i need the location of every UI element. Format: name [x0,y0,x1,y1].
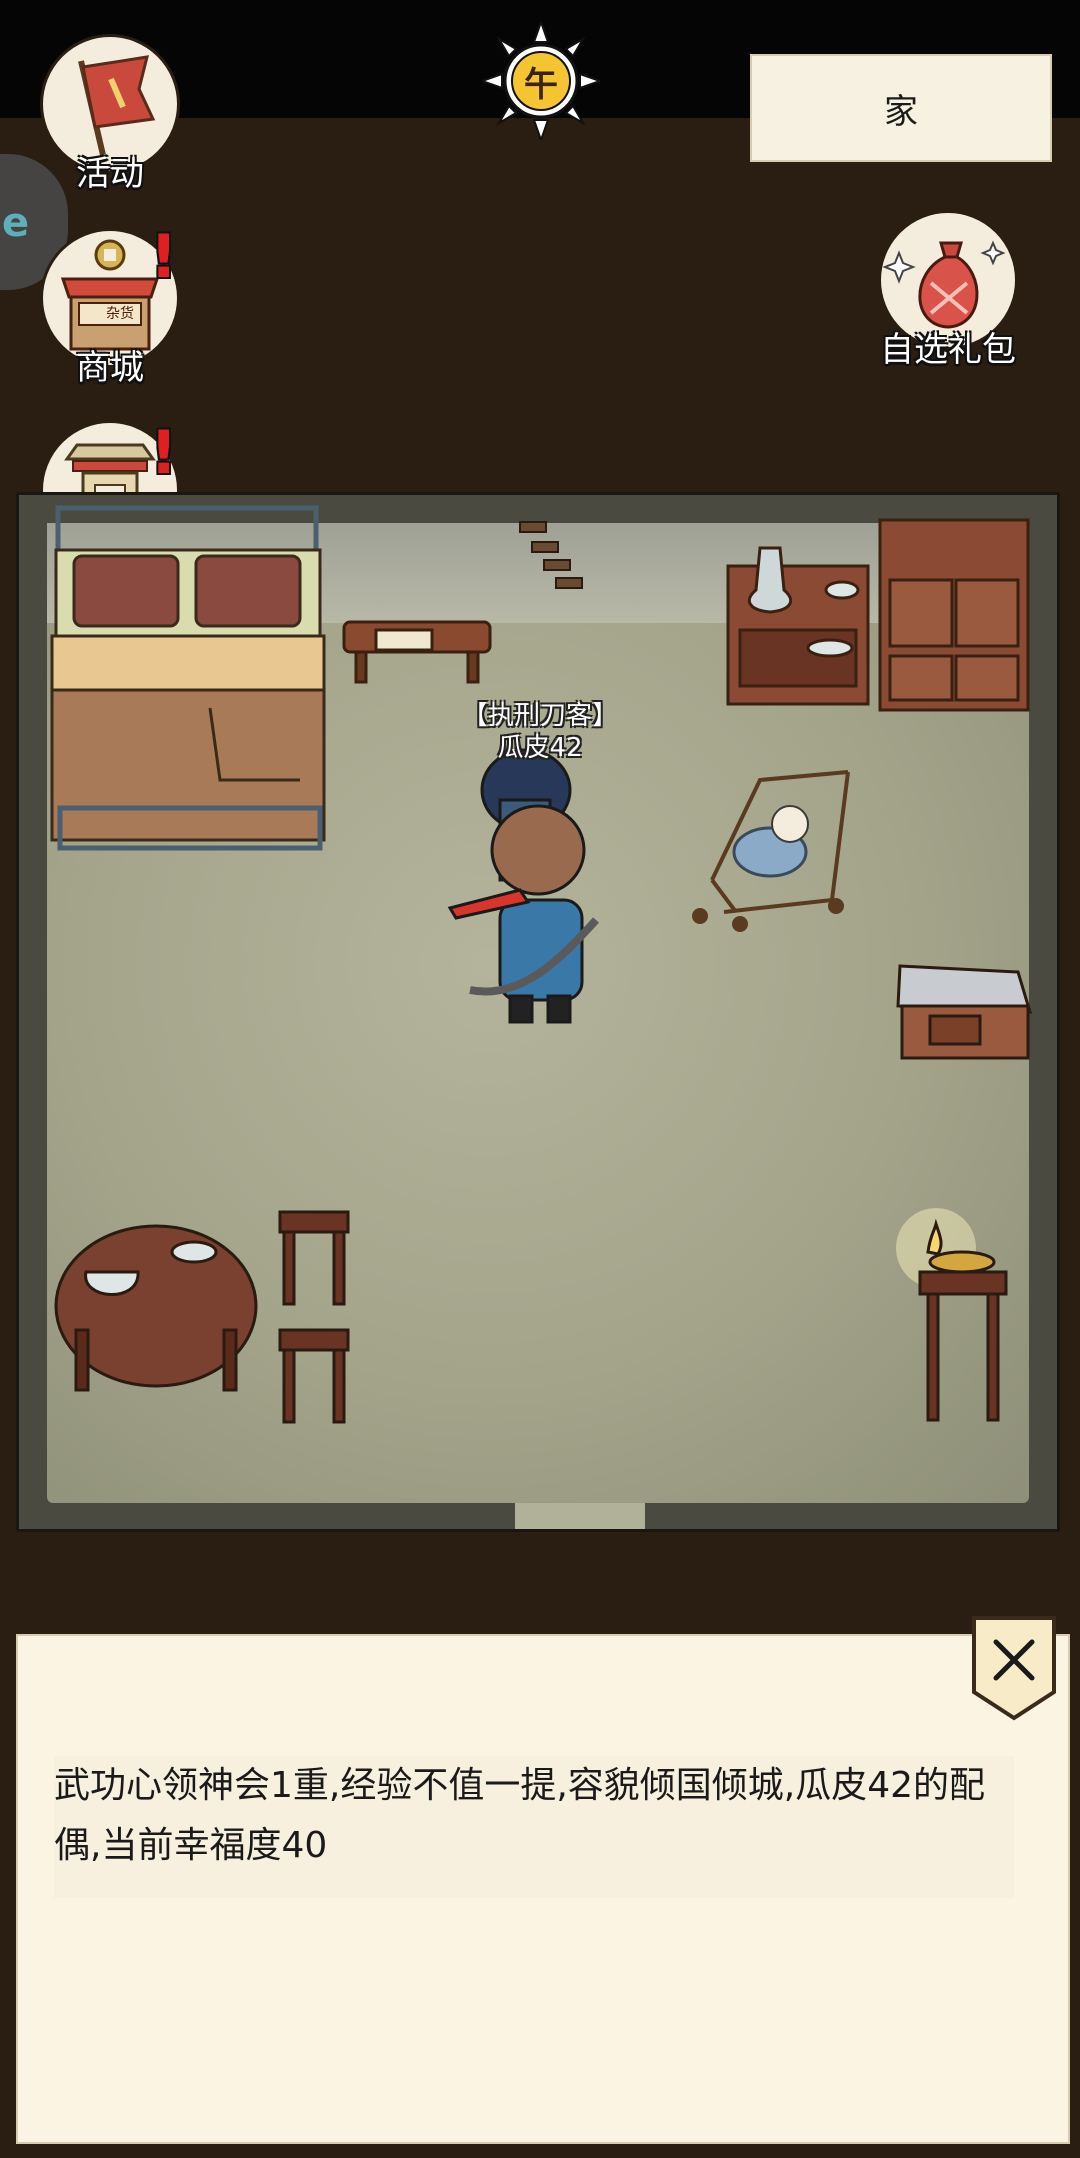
round-table [54,1224,258,1392]
stools [278,1210,350,1424]
character-nameplate[interactable]: 【执刑刀客】 瓜皮42 [440,700,640,764]
wall-crack [519,521,583,589]
game-screen: 午 家 e 活动 杂货 ! 商城 ! 自选礼包 【执刑刀客】 瓜皮42 武功心领… [0,0,1080,2158]
character-name: 瓜皮42 [497,733,583,763]
character-title: 【执刑刀客】 [461,701,618,731]
bed [50,505,326,851]
close-button[interactable] [968,1612,1060,1724]
storage-chest [896,964,1033,1060]
oil-lamp-stand [896,1208,1008,1422]
side-shelf [726,546,870,706]
baby-cradle [692,770,850,932]
dialog-text: 武功心领神会1重,经验不值一提,容貌倾国倾城,瓜皮42的配偶,当前幸福度40 [54,1756,1014,1898]
low-table [342,620,492,684]
wardrobe [878,518,1030,712]
player-character [447,748,599,1024]
room-furniture-layer [50,505,1033,1424]
